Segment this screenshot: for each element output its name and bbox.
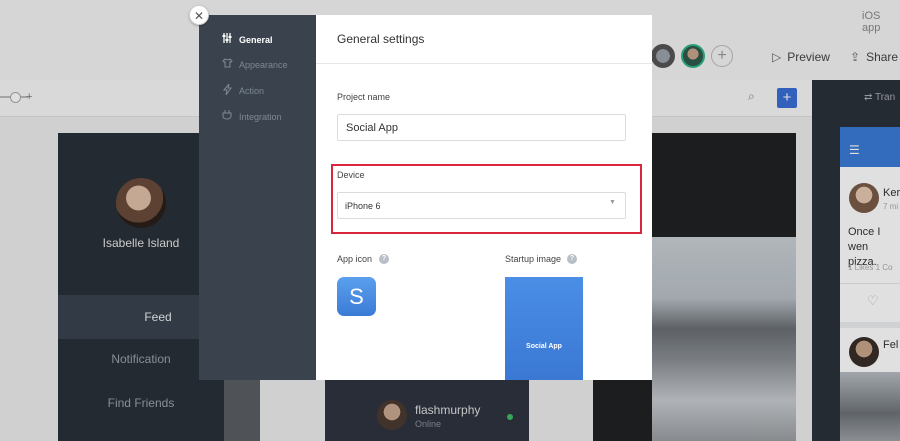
device-select-value: iPhone 6 [345, 201, 381, 211]
device-label: Device [337, 170, 365, 180]
startup-image-label: Startup image [505, 254, 562, 264]
startup-image-text: Social App [526, 343, 562, 350]
page-title: General settings [337, 32, 425, 46]
sidebar-item-general[interactable]: General [221, 33, 273, 46]
divider [316, 63, 652, 64]
project-name-label: Project name [337, 92, 391, 102]
app-icon-preview[interactable]: S [337, 277, 376, 316]
shirt-icon [221, 58, 233, 71]
close-modal-button[interactable]: ✕ [189, 5, 209, 25]
close-icon: ✕ [193, 9, 205, 23]
sliders-icon [221, 33, 233, 46]
project-name-input[interactable] [337, 114, 626, 141]
plug-icon [221, 110, 233, 123]
sidebar-item-integration[interactable]: Integration [221, 110, 282, 123]
app-icon-label: App icon [337, 254, 373, 264]
sidebar-item-action[interactable]: Action [221, 83, 264, 98]
chevron-down-icon: ▼ [609, 199, 616, 206]
startup-image-preview[interactable] [505, 277, 583, 380]
help-icon[interactable]: ? [567, 254, 577, 264]
sidebar-item-appearance[interactable]: Appearance [221, 58, 288, 71]
help-icon[interactable]: ? [379, 254, 389, 264]
lightning-icon [221, 83, 233, 98]
